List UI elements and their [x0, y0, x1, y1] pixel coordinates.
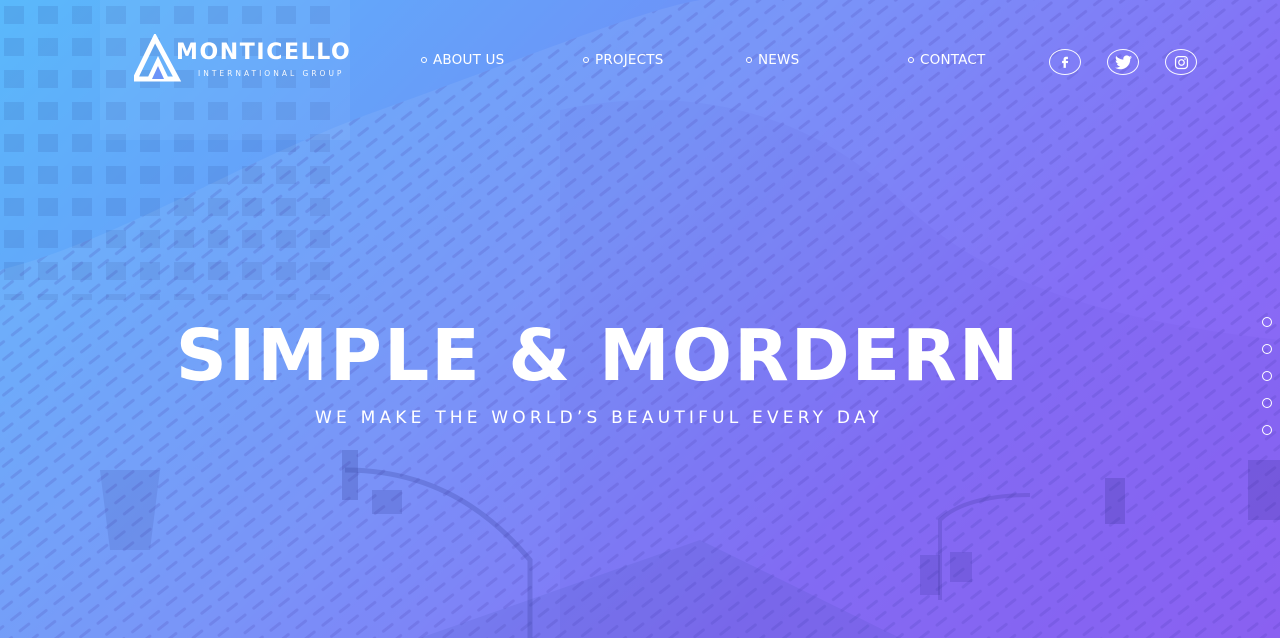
nav-bullet-icon — [746, 57, 752, 63]
brand-tagline: INTERNATIONAL GROUP — [198, 69, 345, 78]
slider-dot[interactable] — [1262, 317, 1272, 327]
nav-item-label: PROJECTS — [595, 52, 664, 68]
slider-pagination — [1262, 317, 1272, 435]
logo-mark-icon — [134, 34, 182, 82]
nav-item-label: NEWS — [758, 52, 800, 68]
nav-bullet-icon — [908, 57, 914, 63]
slider-dot[interactable] — [1262, 371, 1272, 381]
hero-subtitle: WE MAKE THE WORLD’S BEAUTIFUL EVERY DAY — [315, 408, 883, 428]
twitter-icon — [1114, 54, 1132, 69]
nav-item-label: ABOUT US — [433, 52, 505, 68]
hero-title: SIMPLE & MORDERN — [175, 314, 1021, 397]
nav-bullet-icon — [583, 57, 589, 63]
nav-item-projects[interactable]: PROJECTS — [583, 51, 664, 69]
twitter-link[interactable] — [1107, 49, 1139, 75]
slider-dot[interactable] — [1262, 398, 1272, 408]
nav-item-label: CONTACT — [920, 52, 986, 68]
nav-item-contact[interactable]: CONTACT — [908, 51, 985, 69]
brand-name: MONTICELLO — [176, 40, 352, 65]
slider-dot[interactable] — [1262, 425, 1272, 435]
nav-item-news[interactable]: NEWS — [746, 51, 799, 69]
slider-dot[interactable] — [1262, 344, 1272, 354]
instagram-link[interactable] — [1165, 49, 1197, 75]
nav-item-about-us[interactable]: ABOUT US — [421, 51, 504, 69]
brand-logo[interactable]: MONTICELLO INTERNATIONAL GROUP — [134, 34, 364, 84]
nav-bullet-icon — [421, 57, 427, 63]
facebook-link[interactable] — [1049, 49, 1081, 75]
instagram-icon — [1174, 55, 1188, 69]
facebook-icon — [1062, 56, 1069, 68]
